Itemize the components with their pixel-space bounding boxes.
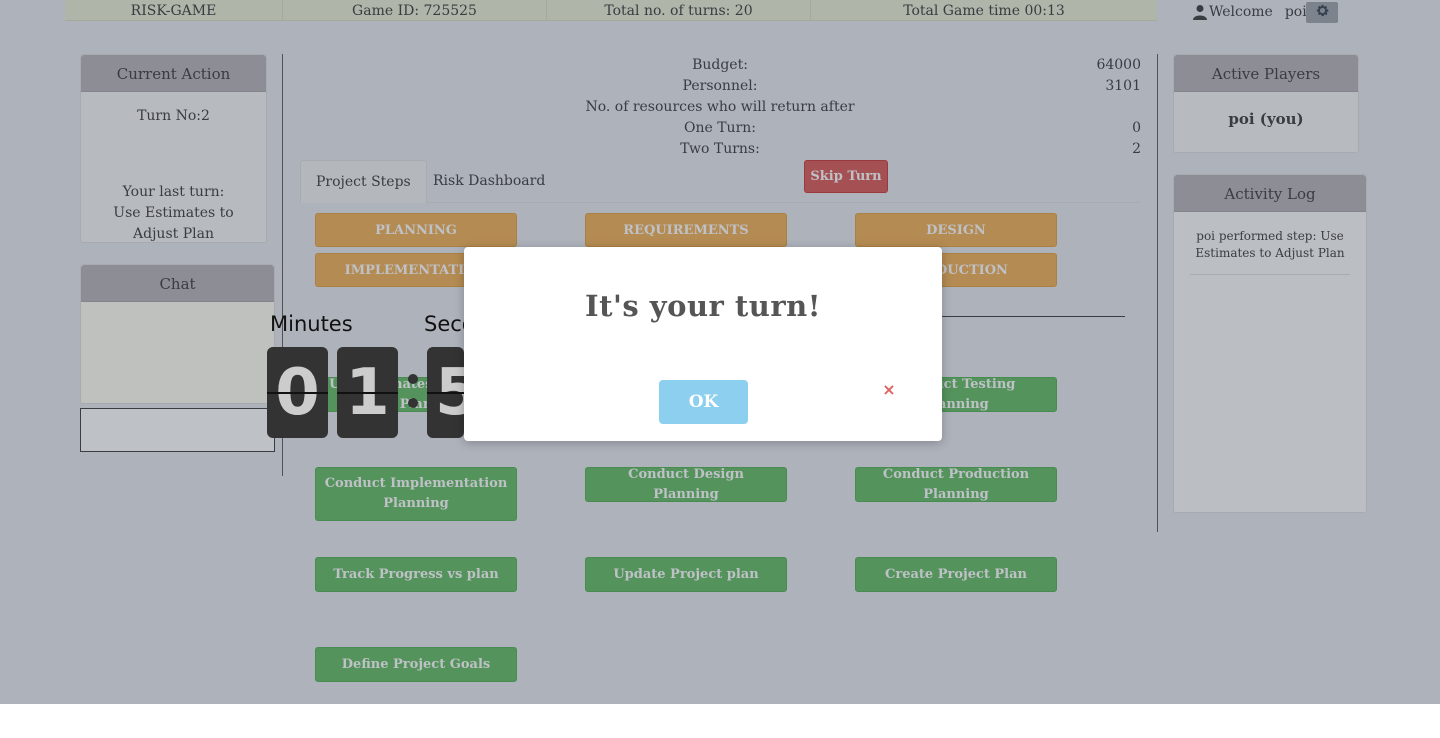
minutes-label: Minutes — [270, 312, 353, 336]
timer-colon — [402, 366, 424, 426]
close-icon[interactable]: × — [882, 382, 896, 398]
timer-digit: 1 — [337, 347, 398, 438]
seconds-label: Seconds — [424, 312, 464, 336]
timer-digit: 5 — [427, 347, 464, 438]
turn-modal: It's your turn! OK × — [464, 247, 942, 441]
timer-digit: 0 — [267, 347, 328, 438]
modal-title: It's your turn! — [585, 289, 821, 323]
ok-button[interactable]: OK — [659, 380, 748, 424]
